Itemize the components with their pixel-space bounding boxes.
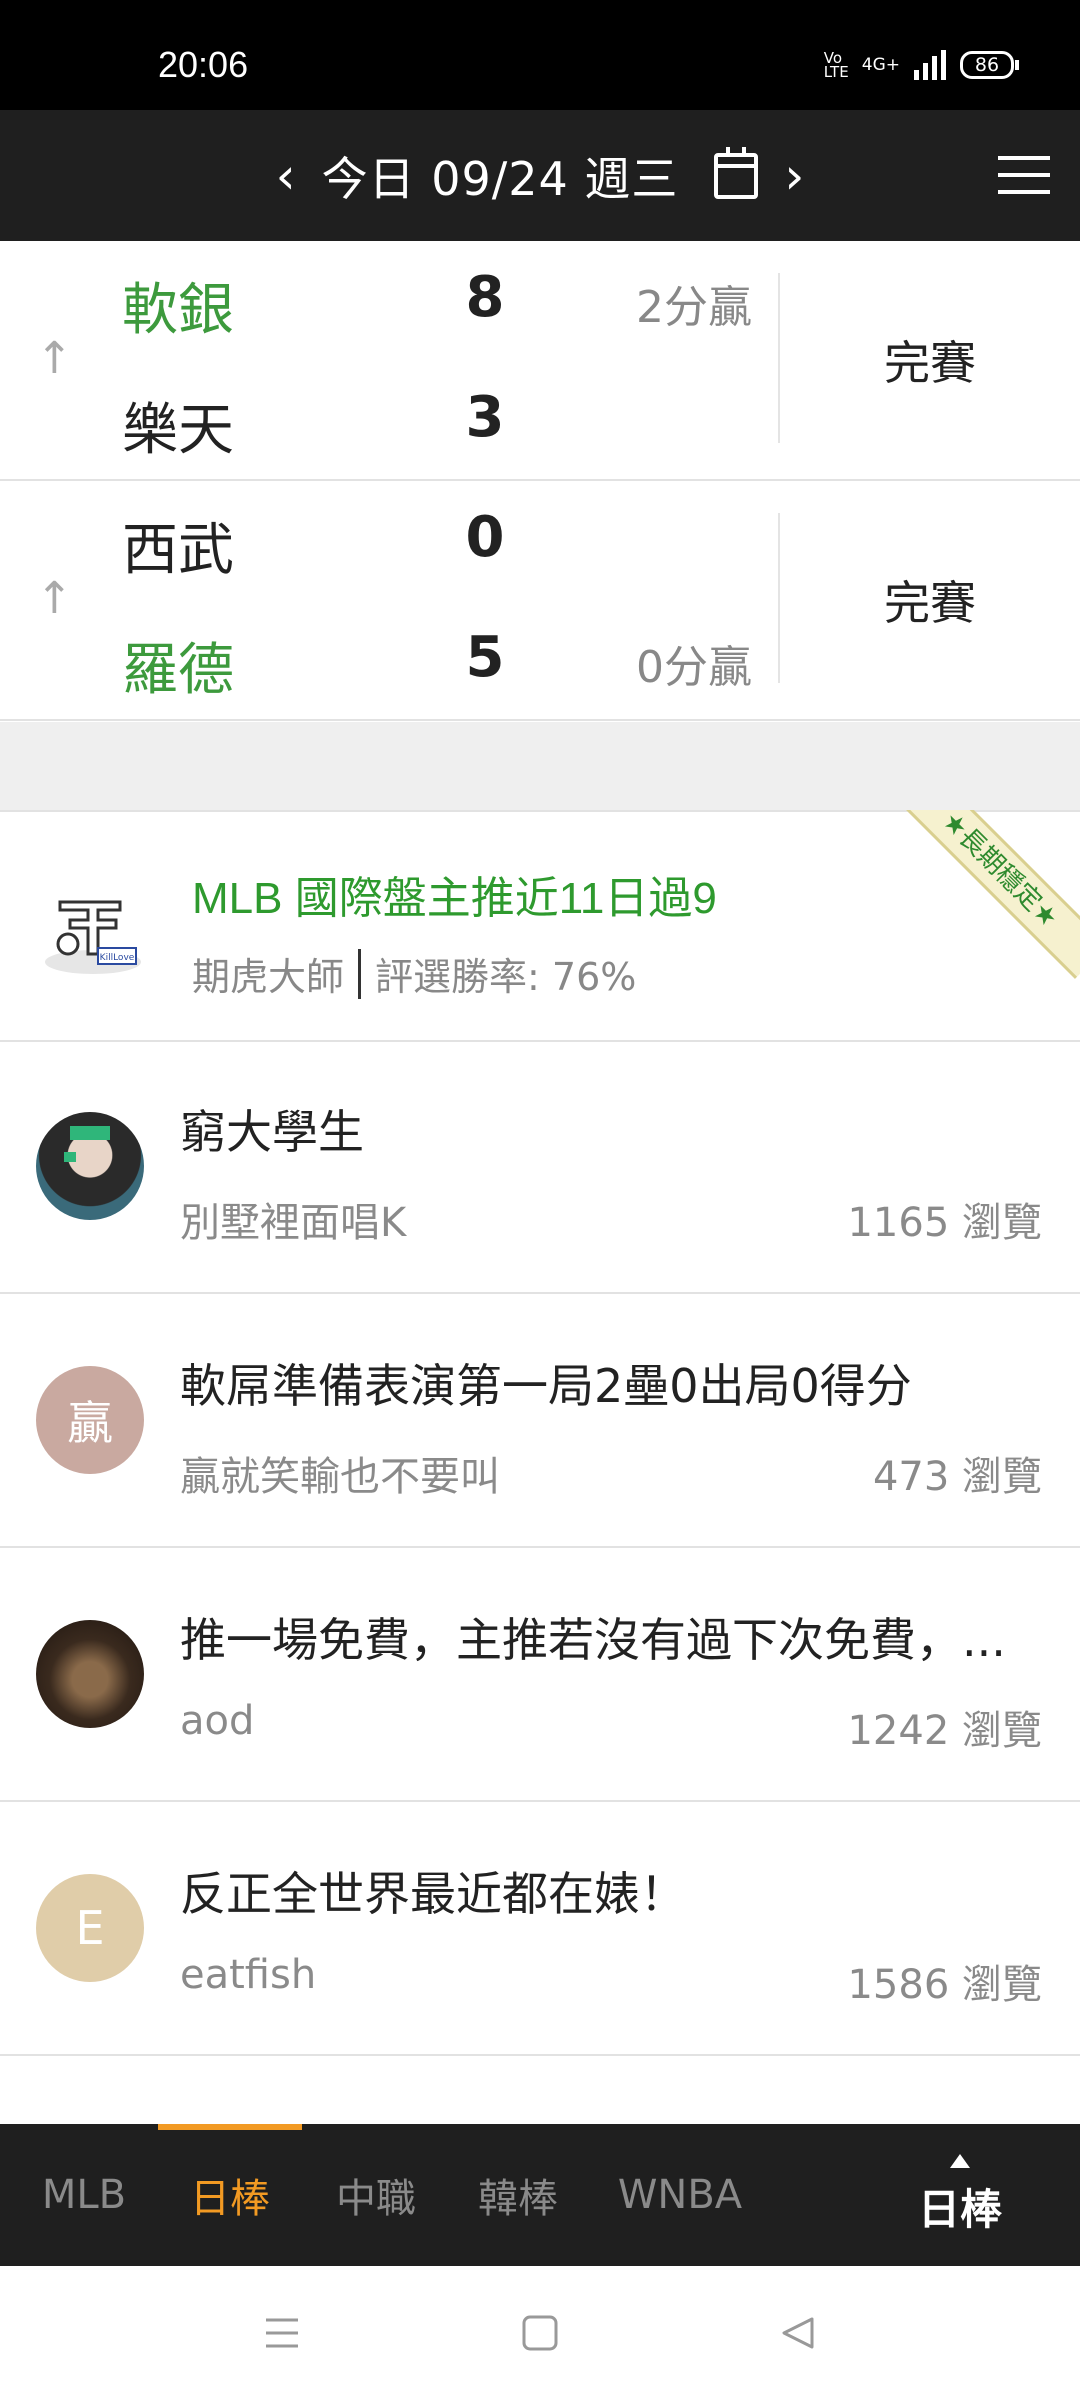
avatar-letter: 贏 xyxy=(67,1396,113,1450)
tab-mlb[interactable]: MLB xyxy=(20,2124,148,2266)
recents-menu-icon[interactable] xyxy=(252,2306,312,2360)
post-title: 窮大學生 xyxy=(180,1105,364,1159)
avatar: E xyxy=(36,1874,144,1982)
team-score: 3 xyxy=(465,385,505,450)
view-count: 1586 瀏覽 xyxy=(847,1962,1042,2008)
network-label: 4G+ xyxy=(861,55,900,75)
expert-logo: KillLove xyxy=(45,900,141,974)
post-author: 別墅裡面唱K xyxy=(180,1200,407,1246)
post-author: eatfish xyxy=(180,1952,317,1998)
view-count: 1242 瀏覽 xyxy=(847,1708,1042,1754)
status-icons: Vo LTE 4G+ 86 xyxy=(823,49,1019,81)
team-name: 樂天 xyxy=(122,398,234,463)
arrow-up-icon: ↑ xyxy=(36,573,73,624)
game-card[interactable]: ↑ 西武 0 羅德 5 0分贏 完賽 xyxy=(0,481,1080,721)
win-margin: 0分贏 xyxy=(636,642,752,693)
post-title: 軟屌準備表演第一局2壘0出局0得分 xyxy=(180,1359,912,1413)
featured-title: MLB 國際盤主推近11日過9 xyxy=(192,874,717,923)
home-square-icon[interactable] xyxy=(510,2306,570,2360)
post-author: aod xyxy=(180,1698,255,1744)
game-card[interactable]: ↑ 軟銀 8 2分贏 樂天 3 完賽 xyxy=(0,241,1080,481)
status-bar: 20:06 Vo LTE 4G+ 86 xyxy=(0,0,1080,110)
volte-icon: Vo LTE xyxy=(823,49,849,81)
featured-author: 期虎大師 xyxy=(192,955,345,999)
arrow-up-icon: ↑ xyxy=(36,333,73,384)
hamburger-menu-icon[interactable] xyxy=(998,156,1050,194)
status-time: 20:06 xyxy=(158,44,249,85)
team-name: 軟銀 xyxy=(122,278,234,343)
tab-kbo[interactable]: 韓棒 xyxy=(454,2124,582,2266)
signal-icon xyxy=(914,50,946,80)
league-selector-label: 日棒 xyxy=(917,2184,1002,2234)
featured-meta: 期虎大師 評選勝率: 76% xyxy=(192,946,636,1001)
team-score: 8 xyxy=(465,265,505,330)
view-count: 1165 瀏覽 xyxy=(847,1200,1042,1246)
avatar-letter: E xyxy=(75,1901,105,1955)
win-margin: 2分贏 xyxy=(636,282,752,333)
stable-ribbon-badge: ★長期穩定★ xyxy=(891,810,1080,979)
avatar xyxy=(36,1620,144,1728)
league-selector[interactable]: 日棒 xyxy=(900,2124,1020,2266)
team-name: 西武 xyxy=(122,518,234,583)
chevron-right-icon[interactable]: › xyxy=(784,151,804,201)
view-count: 473 瀏覽 xyxy=(872,1454,1042,1500)
featured-post[interactable]: KillLove MLB 國際盤主推近11日過9 期虎大師 評選勝率: 76% … xyxy=(0,810,1080,1042)
list-item[interactable]: 窮大學生 別墅裡面唱K 1165 瀏覽 xyxy=(0,1040,1080,1294)
post-author: 贏就笑輸也不要叫 xyxy=(180,1454,500,1500)
win-rate: 評選勝率: 76% xyxy=(375,955,637,999)
tab-npb[interactable]: 日棒 xyxy=(158,2124,302,2266)
separator xyxy=(358,948,362,999)
chevron-left-icon[interactable]: ‹ xyxy=(276,151,296,201)
post-title: 反正全世界最近都在婊！ xyxy=(180,1867,686,1921)
date-label[interactable]: 今日 09/24 週三 xyxy=(322,143,679,209)
list-item[interactable]: 推一場免費，主推若沒有過下次免費，... aod 1242 瀏覽 xyxy=(0,1548,1080,1802)
calendar-icon[interactable] xyxy=(714,146,759,199)
avatar xyxy=(36,1112,144,1220)
team-score: 0 xyxy=(465,505,505,570)
battery-icon: 86 xyxy=(960,51,1019,79)
post-title: 推一場免費，主推若沒有過下次免費，... xyxy=(180,1613,1006,1667)
list-item[interactable]: E 反正全世界最近都在婊！ eatfish 1586 瀏覽 xyxy=(0,1802,1080,2056)
system-nav-bar xyxy=(0,2266,1080,2400)
avatar: 贏 xyxy=(36,1366,144,1474)
tab-wnba[interactable]: WNBA xyxy=(600,2124,760,2266)
tab-cpbl[interactable]: 中職 xyxy=(312,2124,440,2266)
league-tab-bar: MLB 日棒 中職 韓棒 WNBA 日棒 xyxy=(0,2124,1080,2266)
section-spacer xyxy=(0,722,1080,812)
back-triangle-icon[interactable] xyxy=(768,2306,828,2360)
caret-up-icon xyxy=(950,2153,970,2168)
game-status: 完賽 xyxy=(884,576,976,630)
svg-text:KillLove: KillLove xyxy=(100,953,135,963)
team-score: 5 xyxy=(465,625,505,690)
team-name: 羅德 xyxy=(122,638,234,703)
game-status: 完賽 xyxy=(884,336,976,390)
date-header: ‹ 今日 09/24 週三 › xyxy=(0,110,1080,241)
list-item[interactable]: 贏 軟屌準備表演第一局2壘0出局0得分 贏就笑輸也不要叫 473 瀏覽 xyxy=(0,1294,1080,1548)
